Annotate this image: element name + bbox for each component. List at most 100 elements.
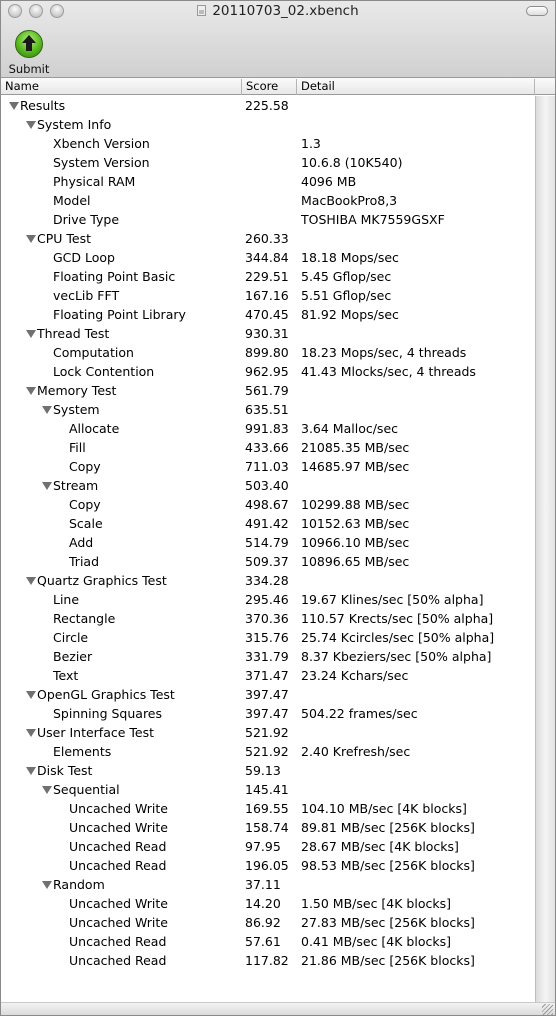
row-score: 169.55	[245, 801, 289, 816]
outline-row[interactable]: Drive Type TOSHIBA MK7559GSXF	[1, 210, 535, 229]
outline-row[interactable]: Add 514.79 10966.10 MB/sec	[1, 533, 535, 552]
row-detail: 81.92 Mops/sec	[301, 307, 399, 322]
outline-row[interactable]: Stream 503.40	[1, 476, 535, 495]
disclosure-triangle-icon[interactable]	[9, 102, 19, 110]
outline-row[interactable]: Allocate 991.83 3.64 Malloc/sec	[1, 419, 535, 438]
disclosure-triangle-icon[interactable]	[26, 235, 36, 243]
outline-row[interactable]: Copy 711.03 14685.97 MB/sec	[1, 457, 535, 476]
outline-row[interactable]: Thread Test 930.31	[1, 324, 535, 343]
submit-button[interactable]: Submit	[9, 30, 49, 76]
outline-row[interactable]: Floating Point Library 470.45 81.92 Mops/s…	[1, 305, 535, 324]
column-header-name[interactable]: Name	[1, 79, 242, 95]
outline-row[interactable]: System Info	[1, 115, 535, 134]
outline-row[interactable]: Uncached Read 117.82 21.86 MB/sec [256K bl…	[1, 951, 535, 970]
outline-row[interactable]: Uncached Write 158.74 89.81 MB/sec [256K b…	[1, 818, 535, 837]
outline-row[interactable]: Fill 433.66 21085.35 MB/sec	[1, 438, 535, 457]
outline-row[interactable]: System Version 10.6.8 (10K540)	[1, 153, 535, 172]
row-detail: MacBookPro8,3	[301, 193, 398, 208]
vertical-scrollbar[interactable]	[535, 96, 555, 1002]
outline-row[interactable]: Computation 899.80 18.23 Mops/sec, 4 threa…	[1, 343, 535, 362]
outline-row[interactable]: Physical RAM 4096 MB	[1, 172, 535, 191]
outline-row[interactable]: Floating Point Basic 229.51 5.45 Gflop/sec	[1, 267, 535, 286]
row-name: Floating Point Basic	[53, 269, 176, 284]
row-score: 315.76	[245, 630, 289, 645]
row-name: Physical RAM	[53, 174, 136, 189]
outline-row[interactable]: Uncached Write 86.92 27.83 MB/sec [256K bl…	[1, 913, 535, 932]
row-name: Spinning Squares	[53, 706, 163, 721]
disclosure-triangle-icon[interactable]	[26, 767, 36, 775]
outline-row[interactable]: Memory Test 561.79	[1, 381, 535, 400]
outline-row[interactable]: Uncached Read 196.05 98.53 MB/sec [256K bl…	[1, 856, 535, 875]
disclosure-triangle-icon[interactable]	[26, 691, 36, 699]
row-detail: 1.50 MB/sec [4K blocks]	[301, 896, 451, 911]
disclosure-triangle-icon[interactable]	[42, 881, 52, 889]
outline-row[interactable]: Lock Contention 962.95 41.43 Mlocks/sec, 4…	[1, 362, 535, 381]
window-title: 20110703_02.xbench	[1, 3, 555, 19]
outline-row[interactable]: GCD Loop 344.84 18.18 Mops/sec	[1, 248, 535, 267]
row-name: Thread Test	[37, 326, 110, 341]
outline-row[interactable]: Uncached Write 169.55 104.10 MB/sec [4K bl…	[1, 799, 535, 818]
outline-row[interactable]: OpenGL Graphics Test 397.47	[1, 685, 535, 704]
row-detail: 27.83 MB/sec [256K blocks]	[301, 915, 475, 930]
outline-row[interactable]: Results 225.58	[1, 96, 535, 115]
toolbar-toggle-button[interactable]	[526, 6, 548, 16]
outline-row[interactable]: Model MacBookPro8,3	[1, 191, 535, 210]
row-score: 37.11	[245, 877, 281, 892]
disclosure-triangle-icon[interactable]	[26, 577, 36, 585]
disclosure-triangle-icon[interactable]	[42, 786, 52, 794]
row-score: 930.31	[245, 326, 289, 341]
row-name: Uncached Read	[69, 858, 167, 873]
disclosure-triangle-icon[interactable]	[26, 729, 36, 737]
outline-row[interactable]: Text 371.47 23.24 Kchars/sec	[1, 666, 535, 685]
outline-row[interactable]: CPU Test 260.33	[1, 229, 535, 248]
outline-row[interactable]: Bezier 331.79 8.37 Kbeziers/sec [50% alpha…	[1, 647, 535, 666]
row-detail: 14685.97 MB/sec	[301, 459, 410, 474]
column-header-detail[interactable]: Detail	[297, 79, 535, 95]
row-detail: 110.57 Krects/sec [50% alpha]	[301, 611, 494, 626]
outline-row[interactable]: Rectangle 370.36 110.57 Krects/sec [50% al…	[1, 609, 535, 628]
row-name: Copy	[69, 497, 101, 512]
outline-row[interactable]: Uncached Write 14.20 1.50 MB/sec [4K block…	[1, 894, 535, 913]
outline-row[interactable]: Triad 509.37 10896.65 MB/sec	[1, 552, 535, 571]
disclosure-triangle-icon[interactable]	[26, 330, 36, 338]
outline-row[interactable]: Sequential 145.41	[1, 780, 535, 799]
row-score: 158.74	[245, 820, 289, 835]
outline-row[interactable]: Copy 498.67 10299.88 MB/sec	[1, 495, 535, 514]
row-detail: 21.86 MB/sec [256K blocks]	[301, 953, 475, 968]
row-name: Uncached Read	[69, 953, 167, 968]
outline-row[interactable]: vecLib FFT 167.16 5.51 Gflop/sec	[1, 286, 535, 305]
outline-row[interactable]: User Interface Test 521.92	[1, 723, 535, 742]
row-score: 86.92	[245, 915, 281, 930]
outline-row[interactable]: Elements 521.92 2.40 Krefresh/sec	[1, 742, 535, 761]
row-score: 899.80	[245, 345, 289, 360]
outline-row[interactable]: Xbench Version 1.3	[1, 134, 535, 153]
disclosure-triangle-icon[interactable]	[26, 121, 36, 129]
disclosure-triangle-icon[interactable]	[42, 406, 52, 414]
disclosure-triangle-icon[interactable]	[42, 482, 52, 490]
outline-row[interactable]: System 635.51	[1, 400, 535, 419]
disclosure-triangle-icon[interactable]	[26, 387, 36, 395]
outline-row[interactable]: Quartz Graphics Test 334.28	[1, 571, 535, 590]
outline-row[interactable]: Circle 315.76 25.74 Kcircles/sec [50% alph…	[1, 628, 535, 647]
row-name: Sequential	[53, 782, 120, 797]
row-name: Quartz Graphics Test	[37, 573, 167, 588]
outline-row[interactable]: Disk Test 59.13	[1, 761, 535, 780]
row-detail: 10896.65 MB/sec	[301, 554, 410, 569]
row-detail: 25.74 Kcircles/sec [50% alpha]	[301, 630, 495, 645]
row-score: 470.45	[245, 307, 289, 322]
outline-row[interactable]: Random 37.11	[1, 875, 535, 894]
column-header-score[interactable]: Score	[242, 79, 297, 95]
outline-row[interactable]: Line 295.46 19.67 Klines/sec [50% alpha]	[1, 590, 535, 609]
outline-row[interactable]: Uncached Read 97.95 28.67 MB/sec [4K block…	[1, 837, 535, 856]
row-detail: 18.18 Mops/sec	[301, 250, 399, 265]
row-score: 14.20	[245, 896, 281, 911]
row-score: 145.41	[245, 782, 289, 797]
outline-row[interactable]: Uncached Read 57.61 0.41 MB/sec [4K blocks…	[1, 932, 535, 951]
outline-row[interactable]: Spinning Squares 397.47 504.22 frames/sec	[1, 704, 535, 723]
row-score: 521.92	[245, 744, 289, 759]
results-outline[interactable]: Results 225.58 System Info Xbench Version 1.…	[1, 96, 535, 1002]
row-name: Elements	[53, 744, 112, 759]
resize-grip-icon[interactable]	[542, 1004, 553, 1015]
outline-row[interactable]: Scale 491.42 10152.63 MB/sec	[1, 514, 535, 533]
row-score: 295.46	[245, 592, 289, 607]
